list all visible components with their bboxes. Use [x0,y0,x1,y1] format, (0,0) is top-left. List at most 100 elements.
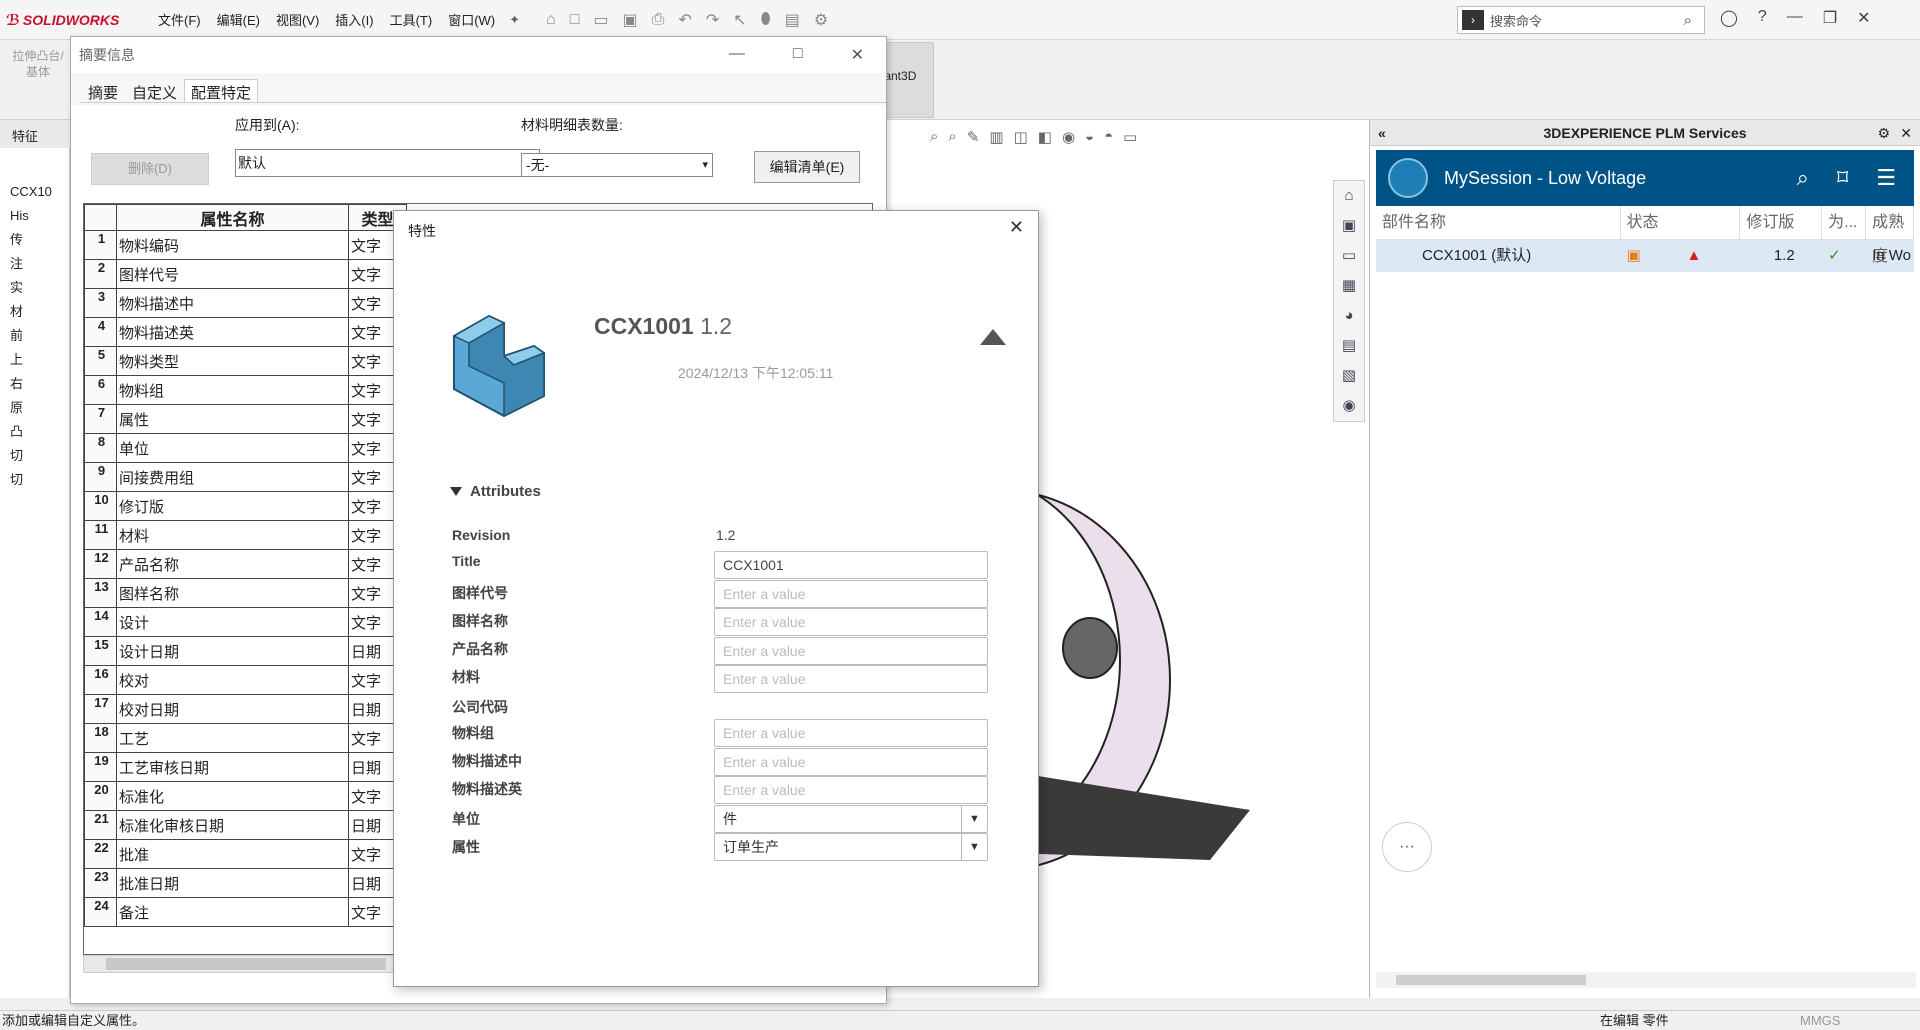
table-row[interactable]: 7 属性 文字 [84,404,407,434]
desc-en-input[interactable]: Enter a value [714,776,988,804]
extrude-boss-button[interactable]: 拉伸凸台/基体 [8,48,68,80]
property-name-cell[interactable]: 校对日期 [116,694,349,724]
property-name-cell[interactable]: 批准日期 [116,868,349,898]
edit-list-button[interactable]: 编辑清单(E) [754,151,860,183]
table-row[interactable]: 20 标准化 文字 [84,781,407,811]
tree-item[interactable]: 前 [0,324,52,348]
instant3d-button[interactable]: tant3D [880,42,934,118]
drawing-name-input[interactable]: Enter a value [714,608,988,636]
menu-window[interactable]: 窗口(W) [440,10,503,29]
tree-item[interactable]: CCX10 [0,180,52,204]
search-icon[interactable]: ⌕ [1797,165,1809,191]
scene-icon[interactable]: ◓ [1104,128,1113,146]
options-gear-icon[interactable]: ⚙ [814,10,828,30]
appearances-icon[interactable]: ◕ [1334,301,1364,331]
unit-select[interactable]: 件 ▼ [714,805,988,833]
plm-row[interactable]: CCX1001 (默认) ▣ ▲ 1.2 ✓ In Wo [1376,240,1914,272]
title-input[interactable]: CCX1001 [714,551,988,579]
save-icon[interactable]: ▣ [623,10,638,30]
new-file-icon[interactable]: □ [570,11,580,29]
tree-item[interactable]: 上 [0,348,52,372]
material-input[interactable]: Enter a value [714,665,988,693]
property-name-cell[interactable]: 材料 [116,520,349,550]
property-name-cell[interactable]: 修订版 [116,491,349,521]
property-name-cell[interactable]: 设计 [116,607,349,637]
print-icon[interactable]: ⎙ [652,11,665,29]
table-row[interactable]: 1 物料编码 文字 [84,230,407,260]
tree-item[interactable]: 传 [0,228,52,252]
bom-qty-select[interactable]: -无- ▾ [521,153,713,177]
table-row[interactable]: 21 标准化审核日期 日期 [84,810,407,840]
hide-show-icon[interactable]: ◉ [1062,128,1075,146]
tree-item[interactable]: 注 [0,252,52,276]
tree-item[interactable]: 凸 [0,420,52,444]
property-name-cell[interactable]: 单位 [116,433,349,463]
attributes-section-toggle[interactable]: Attributes [450,483,541,500]
col-status[interactable]: 状态 [1621,206,1741,239]
session-avatar-icon[interactable] [1388,158,1428,198]
property-name-cell[interactable]: 工艺审核日期 [116,752,349,782]
close-icon[interactable]: ✕ [1857,8,1870,28]
tag-icon[interactable]: ⌑ [1837,165,1848,191]
view-settings-icon[interactable]: ▭ [1123,128,1137,146]
tab-features[interactable]: 特征 [0,120,70,148]
user-icon[interactable]: ◯ [1720,8,1738,28]
col-revision[interactable]: 修订版 [1740,206,1823,239]
property-name-cell[interactable]: 校对 [116,665,349,695]
table-row[interactable]: 10 修订版 文字 [84,491,407,521]
display-style-icon[interactable]: ◧ [1038,128,1052,146]
property-name-cell[interactable]: 标准化 [116,781,349,811]
table-row[interactable]: 23 批准日期 日期 [84,868,407,898]
minimize-icon[interactable]: — [1787,8,1803,28]
solidworks-forum-icon[interactable]: ▧ [1334,361,1364,391]
table-row[interactable]: 6 物料组 文字 [84,375,407,405]
collapse-panel-icon[interactable]: « [1378,120,1386,146]
3dexperience-icon[interactable]: ◉ [1334,391,1364,421]
property-name-cell[interactable]: 标准化审核日期 [116,810,349,840]
zoom-area-icon[interactable]: ⌕ [948,128,956,146]
tab-summary[interactable]: 摘要 [81,79,125,102]
table-row[interactable]: 13 图样名称 文字 [84,578,407,608]
menu-view[interactable]: 视图(V) [268,10,327,29]
session-selector[interactable]: MySession - Low Voltage [1444,168,1797,189]
property-name-cell[interactable]: 设计日期 [116,636,349,666]
view-palette-icon[interactable]: ▦ [1334,271,1364,301]
undo-icon[interactable]: ↶ [678,10,691,30]
tree-item[interactable]: 切 [0,468,52,492]
menu-file[interactable]: 文件(F) [150,10,209,29]
drawing-code-input[interactable]: Enter a value [714,580,988,608]
table-row[interactable]: 15 设计日期 日期 [84,636,407,666]
view-orientation-icon[interactable]: ◫ [1014,128,1028,146]
apply-to-input[interactable]: 默认 [235,149,540,177]
table-row[interactable]: 22 批准 文字 [84,839,407,869]
table-row[interactable]: 8 单位 文字 [84,433,407,463]
menu-icon[interactable]: ☰ [1876,165,1896,191]
select-icon[interactable]: ↖ [733,10,746,30]
help-icon[interactable]: ? [1758,8,1767,28]
unit-system[interactable]: MMGS [1800,1011,1840,1030]
rebuild-icon[interactable]: ⬮ [761,11,771,29]
table-row[interactable]: 12 产品名称 文字 [84,549,407,579]
property-name-cell[interactable]: 备注 [116,897,349,927]
attribute-select[interactable]: 订单生产 ▼ [714,833,988,861]
close-icon[interactable]: ✕ [851,45,864,65]
tab-custom[interactable]: 自定义 [125,79,184,102]
table-row[interactable]: 17 校对日期 日期 [84,694,407,724]
previous-view-icon[interactable]: ✎ [967,128,980,146]
tree-item[interactable]: His [0,204,52,228]
property-name-cell[interactable]: 物料编码 [116,230,349,260]
section-view-icon[interactable]: ▥ [989,128,1003,146]
search-commands[interactable]: › 搜索命令 ⌕ [1457,6,1705,34]
close-icon[interactable]: ✕ [1009,217,1024,238]
settings-gear-icon[interactable]: ⚙ [1877,120,1890,146]
3d-parts-icon[interactable]: ▣ [1334,211,1364,241]
tab-config-specific[interactable]: 配置特定 [184,79,259,102]
table-row[interactable]: 24 备注 文字 [84,897,407,927]
table-row[interactable]: 16 校对 文字 [84,665,407,695]
file-properties-icon[interactable]: ▤ [785,10,800,30]
tree-item[interactable]: 切 [0,444,52,468]
appearance-icon[interactable]: ◒ [1085,128,1094,146]
close-panel-icon[interactable]: ✕ [1900,120,1912,146]
property-name-cell[interactable]: 属性 [116,404,349,434]
restore-icon[interactable]: ❐ [1823,8,1837,28]
